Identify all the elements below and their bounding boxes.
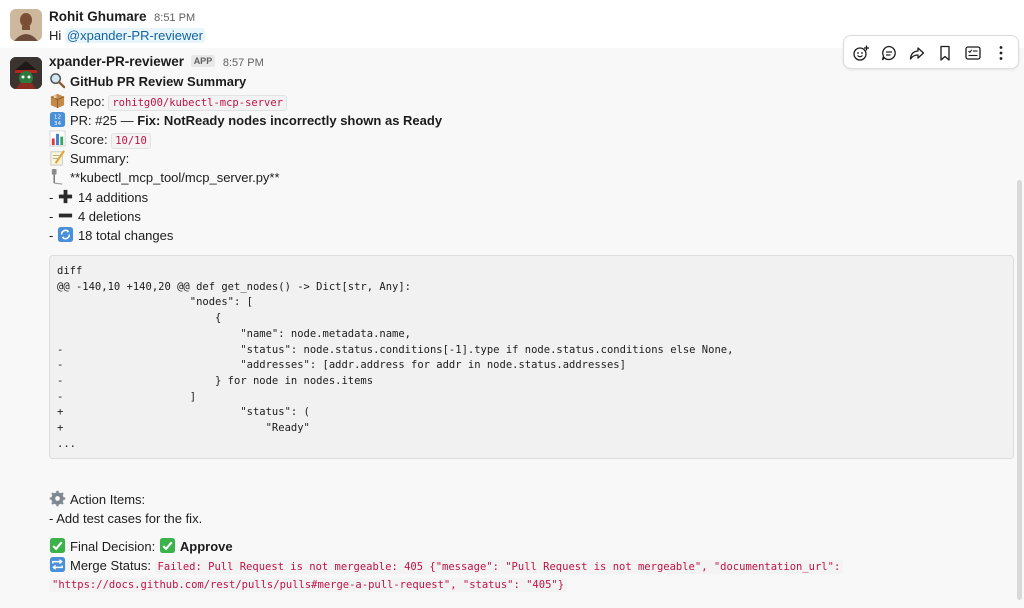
deletions-line: - 4 deletions bbox=[49, 207, 141, 225]
package-icon bbox=[50, 93, 65, 109]
add-reaction-icon[interactable] bbox=[849, 41, 873, 65]
code-line: - "status": node.status.conditions[-1].t… bbox=[57, 343, 734, 356]
score-value: 10/10 bbox=[111, 133, 151, 149]
merge-status-value: Failed: Pull Request is not mergeable: 4… bbox=[154, 560, 844, 574]
numbers-icon: 12 34 bbox=[49, 111, 66, 127]
score-label: Score: bbox=[70, 132, 112, 147]
timestamp[interactable]: 8:51 PM bbox=[154, 12, 195, 24]
code-line: "name": node.metadata.name, bbox=[57, 327, 412, 340]
user-mention[interactable]: @xpander-PR-reviewer bbox=[64, 28, 205, 43]
repo-value: rohitg00/kubectl-mcp-server bbox=[108, 95, 287, 111]
message-header: Rohit Ghumare 8:51 PM bbox=[49, 8, 195, 26]
memo-icon bbox=[50, 150, 65, 166]
more-actions-icon[interactable] bbox=[989, 41, 1013, 65]
reply-in-thread-icon[interactable] bbox=[877, 41, 901, 65]
summary-label: Summary: bbox=[70, 151, 130, 166]
author-name[interactable]: Rohit Ghumare bbox=[49, 9, 147, 24]
dash: - bbox=[49, 209, 57, 224]
final-decision-line: Final Decision: Approve bbox=[49, 537, 233, 555]
review-title-line: GitHub PR Review Summary bbox=[49, 72, 246, 90]
bot-avatar[interactable] bbox=[10, 57, 42, 89]
bookmark-icon[interactable] bbox=[933, 41, 957, 65]
gear-icon bbox=[49, 490, 66, 507]
summary-line: Summary: bbox=[49, 149, 129, 167]
pr-title: Fix: NotReady nodes incorrectly shown as… bbox=[137, 113, 443, 128]
merge-status-continuation: "https://docs.github.com/rest/pulls/pull… bbox=[49, 575, 568, 593]
merge-status-label: Merge Status: bbox=[70, 558, 155, 573]
code-line: diff bbox=[57, 265, 83, 277]
final-decision-label: Final Decision: bbox=[70, 539, 159, 554]
repo-label: Repo: bbox=[70, 94, 109, 109]
diff-code: diff @@ -140,10 +140,20 @@ def get_nodes… bbox=[57, 264, 733, 452]
task-list-icon[interactable] bbox=[961, 41, 985, 65]
file-line: **kubectl_mcp_tool/mcp_server.py** bbox=[49, 168, 280, 186]
code-line: { bbox=[57, 312, 222, 325]
timestamp[interactable]: 8:57 PM bbox=[223, 57, 264, 69]
scrollbar[interactable] bbox=[1017, 180, 1022, 600]
review-title: GitHub PR Review Summary bbox=[70, 74, 247, 89]
code-line: - "addresses": [addr.address for addr in… bbox=[57, 359, 626, 372]
merge-status-line: Merge Status: Failed: Pull Request is no… bbox=[49, 556, 844, 574]
repeat-icon bbox=[49, 556, 66, 573]
total-changes-text: 18 total changes bbox=[77, 228, 174, 243]
bar-chart-icon bbox=[49, 130, 66, 147]
additions-text: 14 additions bbox=[77, 190, 149, 205]
deletions-text: 4 deletions bbox=[77, 209, 141, 224]
action-items-line: Action Items: bbox=[49, 490, 145, 508]
author-name[interactable]: xpander-PR-reviewer bbox=[49, 54, 184, 69]
pr-line: 12 34 PR: #25 — Fix: NotReady nodes inco… bbox=[49, 111, 442, 129]
merge-status-value-cont: "https://docs.github.com/rest/pulls/pull… bbox=[49, 578, 568, 592]
final-decision-value: Approve bbox=[179, 539, 233, 554]
plus-icon bbox=[58, 189, 73, 204]
code-line: - ] bbox=[57, 390, 197, 403]
message-header: xpander-PR-reviewer APP 8:57 PM bbox=[49, 53, 264, 71]
greeting-text: Hi bbox=[49, 28, 65, 43]
avatar[interactable] bbox=[10, 9, 42, 41]
total-changes-line: - 18 total changes bbox=[49, 226, 173, 244]
dash: - bbox=[49, 228, 57, 243]
diff-code-block[interactable]: diff @@ -140,10 +140,20 @@ def get_nodes… bbox=[49, 255, 1014, 459]
forward-icon[interactable] bbox=[905, 41, 929, 65]
svg-text:34: 34 bbox=[54, 121, 62, 127]
message-actions-toolbar bbox=[843, 35, 1019, 69]
action-item: - Add test cases for the fix. bbox=[49, 510, 202, 528]
code-line: "nodes": [ bbox=[57, 296, 253, 309]
file-name: **kubectl_mcp_tool/mcp_server.py** bbox=[70, 170, 280, 185]
repo-line: Repo: rohitg00/kubectl-mcp-server bbox=[49, 92, 287, 111]
check-mark-icon bbox=[49, 537, 66, 554]
pr-label: PR: #25 — bbox=[70, 113, 138, 128]
message-text: Hi @xpander-PR-reviewer bbox=[49, 27, 205, 45]
minus-icon bbox=[58, 213, 73, 218]
action-item-text: - Add test cases for the fix. bbox=[49, 511, 203, 526]
magnifier-icon bbox=[50, 73, 66, 89]
code-line: + "status": ( bbox=[57, 406, 310, 419]
svg-text:12: 12 bbox=[54, 115, 62, 121]
score-line: Score: 10/10 bbox=[49, 130, 151, 149]
additions-line: - 14 additions bbox=[49, 188, 148, 206]
code-line: @@ -140,10 +140,20 @@ def get_nodes() ->… bbox=[57, 280, 412, 293]
cycle-arrows-icon bbox=[57, 226, 74, 243]
check-mark-icon bbox=[159, 537, 175, 554]
dash: - bbox=[49, 190, 57, 205]
code-line: - } for node in nodes.items bbox=[57, 374, 374, 387]
slack-channel-view: Rohit Ghumare 8:51 PM Hi @xpander-PR-rev… bbox=[0, 0, 1024, 608]
app-badge: APP bbox=[190, 55, 216, 67]
pin-icon bbox=[51, 168, 63, 185]
code-line: ... bbox=[57, 437, 76, 450]
action-items-label: Action Items: bbox=[70, 492, 146, 507]
code-line: + "Ready" bbox=[57, 422, 310, 435]
